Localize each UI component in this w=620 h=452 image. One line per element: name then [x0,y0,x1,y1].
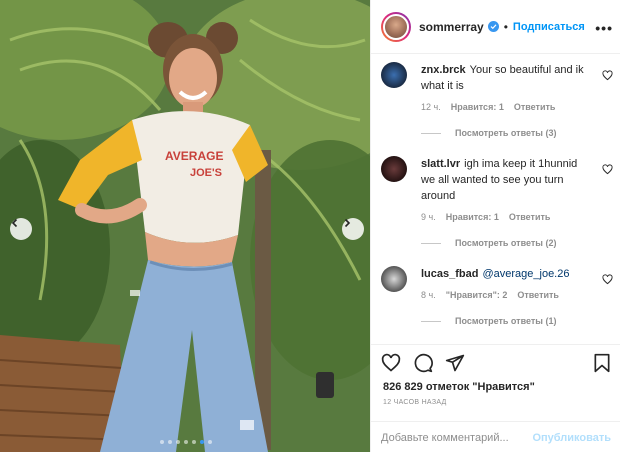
carousel-dot [208,440,212,444]
carousel-dot [168,440,172,444]
commenter-username[interactable]: slatt.lvr [421,158,460,170]
comment-item: znx.brck Your so beautiful and ik what it… [381,56,617,146]
heart-icon [381,353,401,372]
comment-content: znx.brck Your so beautiful and ik what it… [421,62,593,94]
view-replies-label: Посмотреть ответы (1) [455,316,557,326]
view-replies-label: Посмотреть ответы (3) [455,128,557,138]
chevron-right-icon [344,218,351,228]
save-button[interactable] [593,353,611,378]
comment-meta: 9 ч. Нравится: 1 Ответить [421,212,550,222]
share-icon [445,354,465,372]
comment-likes[interactable]: Нравится: 1 [451,102,504,112]
likes-count[interactable]: 826 829 отметок "Нравится" [383,381,535,393]
heart-icon[interactable] [602,274,613,285]
like-button[interactable] [381,353,401,373]
comment-button[interactable] [413,353,433,373]
author-username[interactable]: sommerray [419,20,484,34]
photo-illustration: AVERAGE JOE'S [0,0,370,452]
replies-divider [421,320,441,322]
view-replies-button[interactable]: Посмотреть ответы (1) [421,316,556,326]
commenter-avatar[interactable] [381,156,407,182]
reply-button[interactable]: Ответить [509,212,551,222]
publish-button[interactable]: Опубликовать [532,432,611,444]
more-options-button[interactable]: ••• [595,20,613,36]
carousel-dot-active [200,440,204,444]
carousel-dot [192,440,196,444]
comment-content: slatt.lvr igh ima keep it 1hunnid we all … [421,156,593,204]
comment-time: 8 ч. [421,290,436,300]
reply-button[interactable]: Ответить [517,290,559,300]
comment-time: 12 ч. [421,102,441,112]
post-photo[interactable]: AVERAGE JOE'S [0,0,370,452]
heart-icon[interactable] [602,164,613,175]
comment-likes[interactable]: "Нравится": 2 [446,290,508,300]
post-header: sommerray • Подписаться ••• [371,0,620,54]
carousel-indicator [160,440,212,444]
replies-divider [421,242,441,244]
comment-item: lucas_fbad @average_joe.26 8 ч. "Нравится… [381,260,617,342]
comment-item: slatt.lvr igh ima keep it 1hunnid we all … [381,150,617,256]
add-comment-bar: Опубликовать [371,421,620,452]
follow-button[interactable]: Подписаться [513,21,585,33]
view-replies-button[interactable]: Посмотреть ответы (2) [421,238,556,248]
replies-divider [421,132,441,134]
comment-meta: 12 ч. Нравится: 1 Ответить [421,102,555,112]
header-separator: • [503,19,508,34]
svg-text:JOE'S: JOE'S [190,167,222,179]
action-icons [381,353,465,373]
commenter-username[interactable]: znx.brck [421,64,466,76]
comment-mention[interactable]: @average_joe.26 [482,268,569,280]
carousel-prev-button[interactable] [10,218,32,240]
svg-text:AVERAGE: AVERAGE [165,149,223,163]
post-sidebar: sommerray • Подписаться ••• znx.brck Your… [370,0,620,452]
carousel-dot [176,440,180,444]
heart-icon[interactable] [602,70,613,81]
comment-meta: 8 ч. "Нравится": 2 Ответить [421,290,559,300]
commenter-avatar[interactable] [381,62,407,88]
carousel-next-button[interactable] [342,218,364,240]
comment-content: lucas_fbad @average_joe.26 [421,266,593,282]
post-timestamp: 12 часов назад [383,399,447,406]
comments-list: znx.brck Your so beautiful and ik what it… [371,56,620,342]
carousel-dot [160,440,164,444]
post-actions: 826 829 отметок "Нравится" 12 часов наза… [371,344,620,452]
reply-button[interactable]: Ответить [514,102,556,112]
view-replies-button[interactable]: Посмотреть ответы (3) [421,128,556,138]
comment-icon [414,353,433,373]
verified-icon [487,21,499,32]
comment-likes[interactable]: Нравится: 1 [446,212,499,222]
chevron-left-icon [11,218,18,228]
view-replies-label: Посмотреть ответы (2) [455,238,557,248]
comment-input[interactable] [381,431,531,444]
share-button[interactable] [445,353,465,373]
comment-time: 9 ч. [421,212,436,222]
author-avatar[interactable] [381,11,411,42]
commenter-username[interactable]: lucas_fbad [421,268,478,280]
carousel-dot [184,440,188,444]
bookmark-icon [594,353,610,373]
commenter-avatar[interactable] [381,266,407,292]
